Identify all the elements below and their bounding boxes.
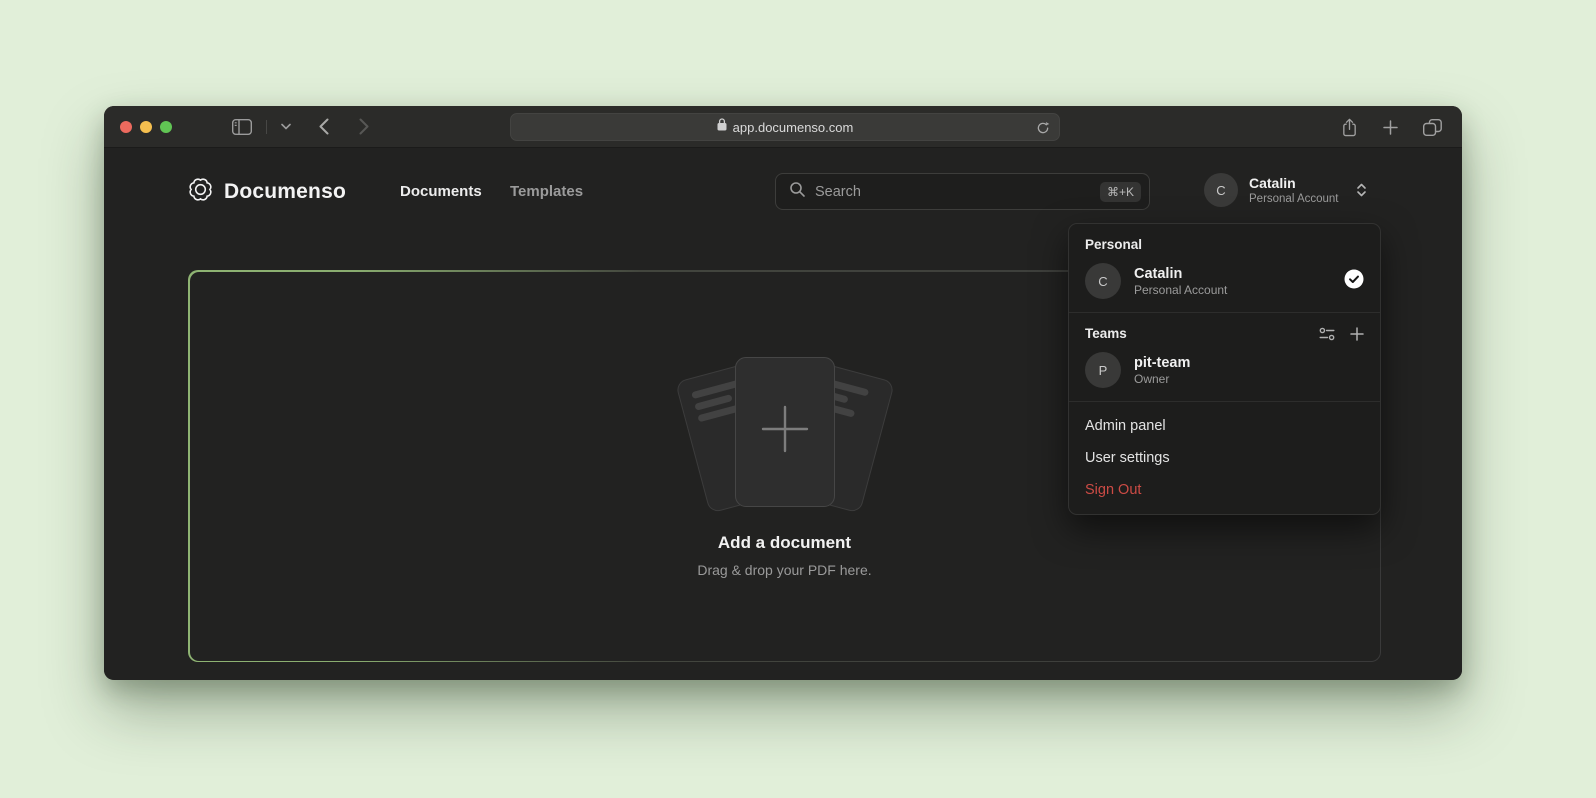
menu-item-user-settings[interactable]: User settings xyxy=(1069,442,1380,474)
share-icon[interactable] xyxy=(1339,115,1360,140)
document-stack-illustration xyxy=(665,355,905,517)
browser-titlebar: app.documenso.com xyxy=(104,106,1462,148)
account-name: Catalin xyxy=(1249,175,1339,192)
app-content: Documenso Documents Templates ⌘+K C Cata… xyxy=(104,148,1462,679)
lock-icon xyxy=(717,118,727,136)
toolbar-separator xyxy=(266,120,267,134)
team-name: pit-team xyxy=(1134,354,1364,372)
manage-teams-icon[interactable] xyxy=(1319,327,1335,341)
menu-item-admin-panel[interactable]: Admin panel xyxy=(1069,410,1380,442)
sidebar-chevron-down-icon[interactable] xyxy=(279,121,293,132)
account-subtitle: Personal Account xyxy=(1249,192,1339,206)
browser-window: app.documenso.com xyxy=(104,106,1462,680)
personal-account-item[interactable]: C Catalin Personal Account xyxy=(1085,263,1364,299)
desktop: app.documenso.com xyxy=(0,0,1596,798)
chevron-up-down-icon xyxy=(1356,181,1367,199)
plus-icon xyxy=(758,402,812,461)
brand-name: Documenso xyxy=(224,180,346,204)
team-item[interactable]: P pit-team Owner xyxy=(1085,352,1364,388)
zoom-window-button[interactable] xyxy=(160,121,172,133)
brand[interactable]: Documenso xyxy=(188,177,346,207)
sidebar-toggle-icon[interactable] xyxy=(230,117,254,137)
tab-overview-icon[interactable] xyxy=(1421,117,1444,138)
forward-button[interactable] xyxy=(357,116,371,137)
documenso-logo-icon xyxy=(188,177,213,207)
team-role: Owner xyxy=(1134,372,1364,387)
teams-heading: Teams xyxy=(1085,326,1304,341)
search-shortcut-badge: ⌘+K xyxy=(1100,182,1141,202)
search-bar[interactable]: ⌘+K xyxy=(775,173,1150,210)
nav-templates[interactable]: Templates xyxy=(510,183,583,200)
personal-account-name: Catalin xyxy=(1134,265,1331,283)
check-circle-icon xyxy=(1344,269,1364,294)
personal-heading: Personal xyxy=(1085,237,1364,252)
document-card-center xyxy=(735,357,835,507)
dropzone-title: Add a document xyxy=(718,533,851,553)
dropzone-subtitle: Drag & drop your PDF here. xyxy=(697,562,871,578)
personal-account-subtitle: Personal Account xyxy=(1134,283,1331,298)
address-url: app.documenso.com xyxy=(733,120,854,135)
new-tab-icon[interactable] xyxy=(1381,118,1400,137)
close-window-button[interactable] xyxy=(120,121,132,133)
minimize-window-button[interactable] xyxy=(140,121,152,133)
address-bar[interactable]: app.documenso.com xyxy=(510,113,1060,141)
account-dropdown-menu: Personal C Catalin Personal Account xyxy=(1068,223,1381,515)
account-menu-button[interactable]: C Catalin Personal Account xyxy=(1204,173,1367,207)
menu-item-sign-out[interactable]: Sign Out xyxy=(1069,474,1380,506)
search-icon xyxy=(789,181,806,203)
nav-documents[interactable]: Documents xyxy=(400,183,482,200)
avatar: C xyxy=(1085,263,1121,299)
search-input[interactable] xyxy=(815,184,1091,200)
team-avatar: P xyxy=(1085,352,1121,388)
avatar: C xyxy=(1204,173,1238,207)
add-team-icon[interactable] xyxy=(1350,327,1364,341)
back-button[interactable] xyxy=(317,116,331,137)
reload-icon[interactable] xyxy=(1036,121,1050,140)
window-controls xyxy=(104,121,172,133)
